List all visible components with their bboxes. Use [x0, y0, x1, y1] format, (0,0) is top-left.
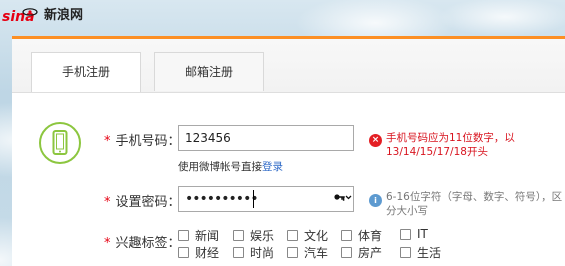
- interest-news-label: 新闻: [195, 229, 220, 243]
- interest-life-label: 生活: [417, 246, 442, 260]
- weibo-login-hint: 使用微博帐号直接登录: [178, 160, 283, 174]
- info-icon: i: [369, 194, 382, 207]
- mobile-phone-icon: [39, 122, 81, 164]
- password-hint-line-2: 分大小写: [386, 205, 428, 217]
- registration-tabs: 手机注册 邮箱注册: [12, 39, 565, 93]
- interest-culture-checkbox[interactable]: [287, 230, 298, 241]
- interest-sports-checkbox[interactable]: [341, 230, 352, 241]
- phone-required-mark: *: [104, 134, 111, 149]
- phone-number-input[interactable]: [178, 125, 354, 151]
- interest-finance-option[interactable]: 财经: [178, 244, 219, 261]
- interest-real-estate-label: 房产: [358, 246, 383, 260]
- error-icon: ×: [369, 134, 382, 147]
- interest-finance-checkbox[interactable]: [178, 247, 189, 258]
- interest-required-mark: *: [104, 236, 111, 251]
- logo-text: 新浪网: [44, 8, 84, 23]
- interest-fashion-checkbox[interactable]: [233, 247, 244, 258]
- password-label-text: 设置密码：: [115, 195, 181, 210]
- interest-news-checkbox[interactable]: [178, 230, 189, 241]
- interest-it-label: IT: [417, 227, 428, 241]
- password-required-mark: *: [104, 195, 111, 210]
- interest-auto-checkbox[interactable]: [287, 247, 298, 258]
- weibo-login-link[interactable]: 登录: [262, 161, 283, 173]
- phone-error-message: 手机号码应为11位数字，以 13/14/15/17/18开头: [386, 131, 515, 159]
- interest-auto-label: 汽车: [304, 246, 329, 260]
- interest-fashion-label: 时尚: [250, 246, 275, 260]
- interest-auto-option[interactable]: 汽车: [287, 244, 328, 261]
- interest-it-option[interactable]: IT: [400, 227, 428, 241]
- interest-life-option[interactable]: 生活: [400, 244, 441, 261]
- interest-label: * 兴趣标签：: [104, 232, 181, 251]
- text-cursor: [253, 190, 254, 208]
- phone-label-text: 手机号码：: [115, 134, 181, 149]
- registration-panel: 手机注册 邮箱注册 * 手机号码： × 手机号码应为11位数字，以 13/14/1…: [12, 36, 565, 266]
- interest-entertainment-label: 娱乐: [250, 229, 275, 243]
- interest-real-estate-option[interactable]: 房产: [341, 244, 382, 261]
- sina-logo[interactable]: sina 新浪网: [2, 6, 83, 25]
- weibo-login-prefix: 使用微博帐号直接: [178, 161, 262, 173]
- password-hint-line-1: 6-16位字符（字母、数字、符号），区: [386, 191, 563, 203]
- password-label: * 设置密码：: [104, 191, 181, 210]
- interest-fashion-option[interactable]: 时尚: [233, 244, 274, 261]
- interest-news-option[interactable]: 新闻: [178, 227, 219, 244]
- interest-label-text: 兴趣标签：: [115, 236, 181, 251]
- interest-tags-group: 新闻 娱乐 文化 体育 IT 财经 时尚 汽车 房产 生活: [178, 227, 448, 266]
- interest-sports-label: 体育: [358, 229, 383, 243]
- password-input[interactable]: [178, 186, 354, 212]
- interest-it-checkbox[interactable]: [400, 228, 411, 240]
- tab-phone-registration[interactable]: 手机注册: [31, 52, 141, 92]
- password-rule-hint: 6-16位字符（字母、数字、符号），区 分大小写: [386, 190, 562, 218]
- sina-eye-logo-icon: sina: [2, 6, 40, 25]
- interest-entertainment-checkbox[interactable]: [233, 230, 244, 241]
- interest-finance-label: 财经: [195, 246, 220, 260]
- phone-label: * 手机号码：: [104, 130, 181, 149]
- phone-error-line-2: 13/14/15/17/18开头: [386, 146, 488, 158]
- interest-entertainment-option[interactable]: 娱乐: [233, 227, 274, 244]
- tab-email-registration[interactable]: 邮箱注册: [154, 52, 264, 91]
- phone-error-line-1: 手机号码应为11位数字，以: [386, 132, 515, 144]
- interest-real-estate-checkbox[interactable]: [341, 247, 352, 258]
- interest-culture-option[interactable]: 文化: [287, 227, 328, 244]
- interest-life-checkbox[interactable]: [400, 247, 411, 258]
- interest-culture-label: 文化: [304, 229, 329, 243]
- interest-sports-option[interactable]: 体育: [341, 227, 382, 244]
- password-key-dropdown-icon[interactable]: [333, 192, 352, 206]
